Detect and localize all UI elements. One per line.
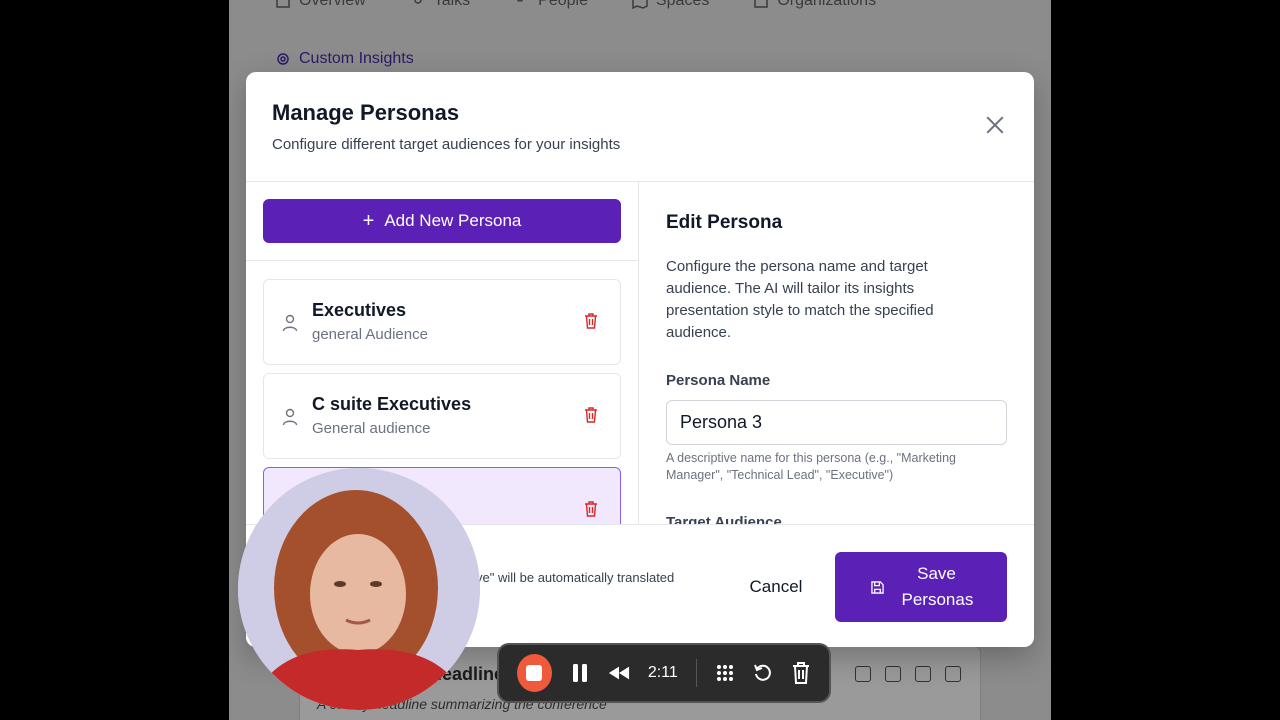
persona-name-label: Persona Name <box>666 372 771 389</box>
gear-icon <box>277 53 289 65</box>
save-icon <box>870 580 884 594</box>
delete-recording-icon[interactable] <box>791 662 811 684</box>
edit-persona-description: Configure the persona name and target au… <box>666 258 934 341</box>
pause-icon[interactable] <box>570 662 590 684</box>
dialog-header: Manage Personas Configure different targ… <box>246 72 1034 182</box>
persona-audience: General audience <box>312 420 431 437</box>
persona-name-hint: A descriptive name for this persona (e.g… <box>666 451 956 482</box>
home-icon <box>276 0 290 8</box>
close-icon[interactable] <box>984 114 1006 136</box>
nav-spaces[interactable]: Spaces <box>632 0 709 10</box>
toolbar-separator <box>695 659 697 687</box>
user-icon <box>282 408 298 426</box>
edit-icon[interactable] <box>915 666 931 682</box>
mic-icon <box>413 0 422 4</box>
grid-icon[interactable] <box>715 662 735 684</box>
edit-persona-title: Edit Persona <box>666 212 783 233</box>
recording-timer: 2:11 <box>647 664 678 681</box>
nav-people[interactable]: People <box>514 0 588 10</box>
building-icon <box>754 0 769 8</box>
stop-icon <box>526 665 543 681</box>
nav-talks[interactable]: Talks <box>410 0 470 10</box>
trash-icon[interactable] <box>584 501 598 517</box>
target-audience-label: Target Audience <box>666 514 782 524</box>
add-new-persona-button[interactable]: + Add New Persona <box>263 199 621 243</box>
persona-name: Executives <box>312 300 407 320</box>
dialog-title: Manage Personas <box>272 100 460 125</box>
persona-audience: general Audience <box>312 326 428 343</box>
restart-icon[interactable] <box>753 662 773 684</box>
trash-icon[interactable] <box>584 407 598 423</box>
map-icon <box>632 0 648 9</box>
save-personas-button[interactable]: Save Personas <box>835 552 1007 622</box>
card-tools <box>855 666 961 682</box>
persona-name: C suite Executives <box>312 394 472 414</box>
nav-organizations[interactable]: Organizations <box>753 0 876 10</box>
rewind-icon[interactable] <box>608 662 630 684</box>
dialog-subtitle: Configure different target audiences for… <box>272 136 621 153</box>
people-icon <box>516 0 524 2</box>
stop-recording-button[interactable] <box>517 654 552 692</box>
custom-insights-label: Custom Insights <box>299 50 414 67</box>
cancel-button[interactable]: Cancel <box>731 552 821 622</box>
add-new-persona-label: Add New Persona <box>384 211 522 230</box>
persona-name-input[interactable] <box>666 400 1007 445</box>
persona-list-pane: + Add New Persona Executives general Aud… <box>246 182 639 524</box>
user-icon <box>282 314 298 332</box>
persona-card[interactable]: C suite Executives General audience <box>263 373 621 459</box>
save-personas-label: Save Personas <box>901 564 974 609</box>
custom-insights-tab[interactable]: Custom Insights <box>275 50 414 68</box>
persona-card[interactable]: Executives general Audience <box>263 279 621 365</box>
nav-overview[interactable]: Overview <box>275 0 366 10</box>
webcam-bubble[interactable] <box>238 468 480 710</box>
edit-persona-pane: Edit Persona Configure the persona name … <box>640 182 1034 524</box>
top-nav: Overview Talks People Spaces Organizatio… <box>275 0 876 10</box>
trash-icon[interactable] <box>584 313 598 329</box>
divider <box>246 260 638 261</box>
presenter-video <box>238 468 480 710</box>
plus-icon: + <box>362 210 375 232</box>
collapse-icon[interactable] <box>885 666 901 682</box>
hide-icon[interactable] <box>945 666 961 682</box>
move-icon[interactable] <box>855 666 871 682</box>
footer-note: ve" will be automatically translated <box>476 570 675 585</box>
recording-toolbar: 2:11 <box>497 643 831 703</box>
